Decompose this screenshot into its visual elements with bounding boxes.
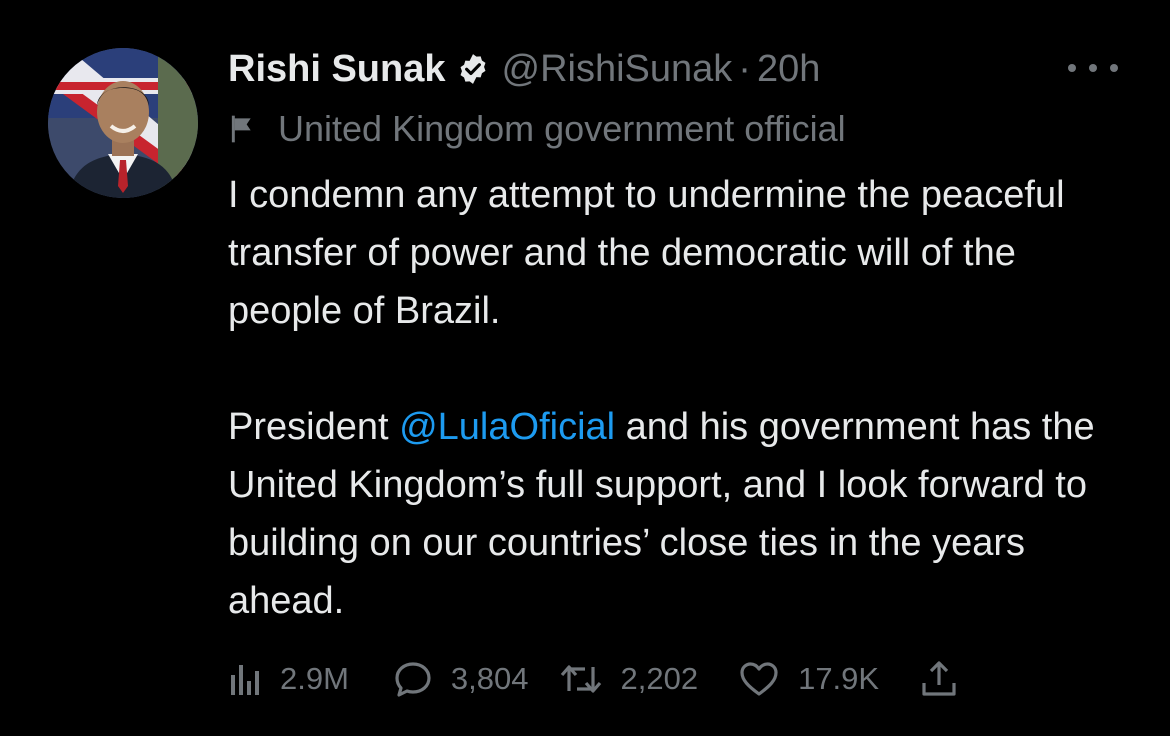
- tweet-paragraph-2: President @LulaOficial and his governmen…: [228, 398, 1128, 630]
- more-options-icon[interactable]: [1068, 56, 1118, 80]
- tweet-header: Rishi Sunak @RishiSunak · 20h: [228, 44, 820, 94]
- like-button[interactable]: 17.9K: [738, 660, 879, 698]
- affiliation-label: United Kingdom government official: [228, 106, 846, 152]
- retweet-count: 2,202: [620, 661, 699, 696]
- author-handle[interactable]: @RishiSunak: [502, 44, 733, 94]
- action-bar: 2.9M 3,804 2,202 17.9K: [228, 652, 1108, 706]
- tweet-text: I condemn any attempt to undermine the p…: [228, 166, 1128, 630]
- retweet-icon: [559, 661, 603, 697]
- analytics-icon: [228, 661, 262, 697]
- avatar[interactable]: [48, 48, 198, 198]
- tweet[interactable]: Rishi Sunak @RishiSunak · 20h United Kin…: [0, 0, 1170, 736]
- share-button[interactable]: [919, 659, 959, 699]
- reply-button[interactable]: 3,804: [393, 660, 529, 698]
- avatar-image: [48, 48, 198, 198]
- heart-icon: [738, 660, 780, 698]
- verified-badge-icon[interactable]: [456, 52, 490, 86]
- separator-dot: ·: [738, 48, 751, 90]
- like-count: 17.9K: [798, 661, 880, 696]
- tweet-paragraph-1: I condemn any attempt to undermine the p…: [228, 174, 1065, 332]
- author-name[interactable]: Rishi Sunak: [228, 44, 446, 94]
- flag-icon: [228, 113, 260, 145]
- views-button[interactable]: 2.9M: [228, 661, 349, 697]
- reply-icon: [393, 660, 433, 698]
- retweet-button[interactable]: 2,202: [559, 661, 699, 697]
- mention-link[interactable]: @LulaOficial: [399, 406, 615, 448]
- share-icon: [919, 659, 959, 699]
- timestamp[interactable]: 20h: [757, 44, 820, 94]
- reply-count: 3,804: [450, 661, 529, 696]
- views-count: 2.9M: [280, 661, 349, 696]
- paragraph-2-start: President: [228, 406, 400, 448]
- affiliation-label-text: United Kingdom government official: [278, 108, 846, 149]
